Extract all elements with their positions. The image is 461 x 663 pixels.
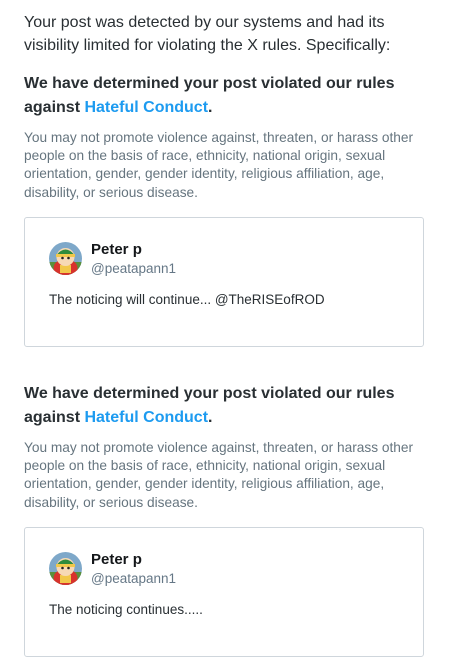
intro-text: Your post was detected by our systems an…	[24, 14, 391, 54]
rule-link[interactable]: Hateful Conduct	[84, 99, 208, 116]
author-handle: @peatapann1	[91, 571, 177, 586]
rule-description: You may not promote violence against, th…	[24, 440, 414, 510]
post-text: The noticing will continue... @TheRISEof…	[49, 292, 325, 307]
author-name: Peter p	[91, 241, 142, 258]
heading-suffix: .	[208, 99, 213, 116]
avatar	[49, 242, 82, 275]
post-card[interactable]: Peter p @peatapann1 The noticing will co…	[24, 217, 424, 347]
violation-heading: We have determined your post violated ou…	[24, 382, 434, 430]
avatar	[49, 552, 82, 585]
rule-link[interactable]: Hateful Conduct	[84, 409, 208, 426]
author-name: Peter p	[91, 551, 142, 568]
heading-suffix: .	[208, 409, 213, 426]
rule-description: You may not promote violence against, th…	[24, 130, 414, 200]
post-card[interactable]: Peter p @peatapann1 The noticing continu…	[24, 527, 424, 657]
violation-heading: We have determined your post violated ou…	[24, 72, 434, 120]
cartoon-avatar-icon	[49, 242, 82, 275]
author-handle: @peatapann1	[91, 261, 177, 276]
post-text: The noticing continues.....	[49, 602, 203, 617]
cartoon-avatar-icon	[49, 552, 82, 585]
